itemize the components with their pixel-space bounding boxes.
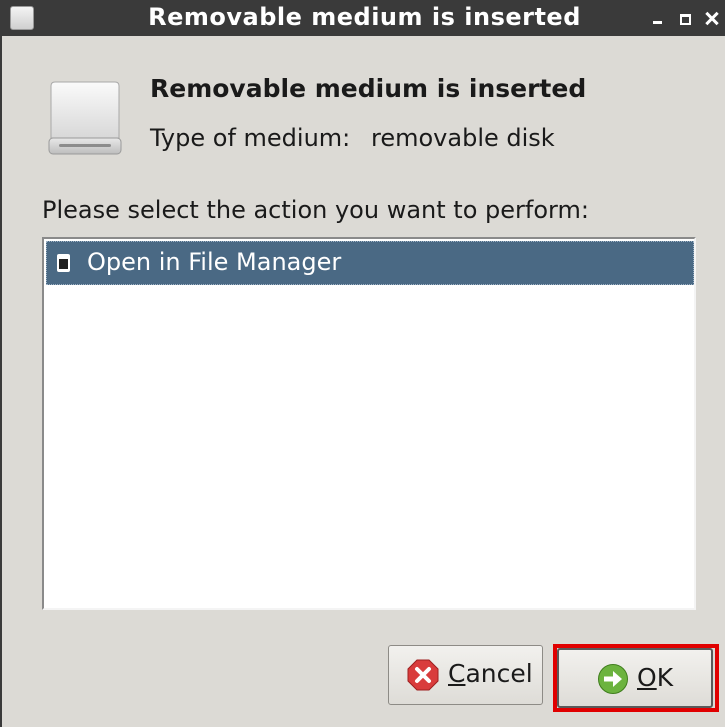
cancel-button-label: Cancel [448, 659, 533, 688]
action-prompt: Please select the action you want to per… [42, 196, 589, 224]
dialog-heading: Removable medium is inserted [150, 74, 587, 103]
ok-arrow-icon [598, 664, 628, 694]
list-item-open-in-file-manager[interactable]: Open in File Manager [46, 241, 694, 285]
dialog-window: Removable medium is inserted Removable m… [0, 0, 725, 727]
list-item-label: Open in File Manager [87, 248, 342, 276]
removable-drive-icon [48, 81, 122, 155]
medium-type-label: Type of medium: [150, 124, 351, 152]
cancel-button[interactable]: Cancel [388, 645, 543, 705]
window-title: Removable medium is inserted [148, 3, 581, 31]
maximize-button[interactable] [675, 8, 695, 28]
file-manager-icon [57, 254, 70, 272]
close-button[interactable] [702, 8, 722, 28]
ok-button-label: OK [637, 663, 674, 692]
minimize-button[interactable] [647, 8, 667, 28]
title-bar[interactable]: Removable medium is inserted [2, 0, 725, 36]
action-list[interactable]: Open in File Manager [42, 237, 696, 610]
ok-button[interactable]: OK [557, 648, 713, 708]
medium-type-value: removable disk [371, 124, 555, 152]
cancel-icon [407, 659, 439, 691]
